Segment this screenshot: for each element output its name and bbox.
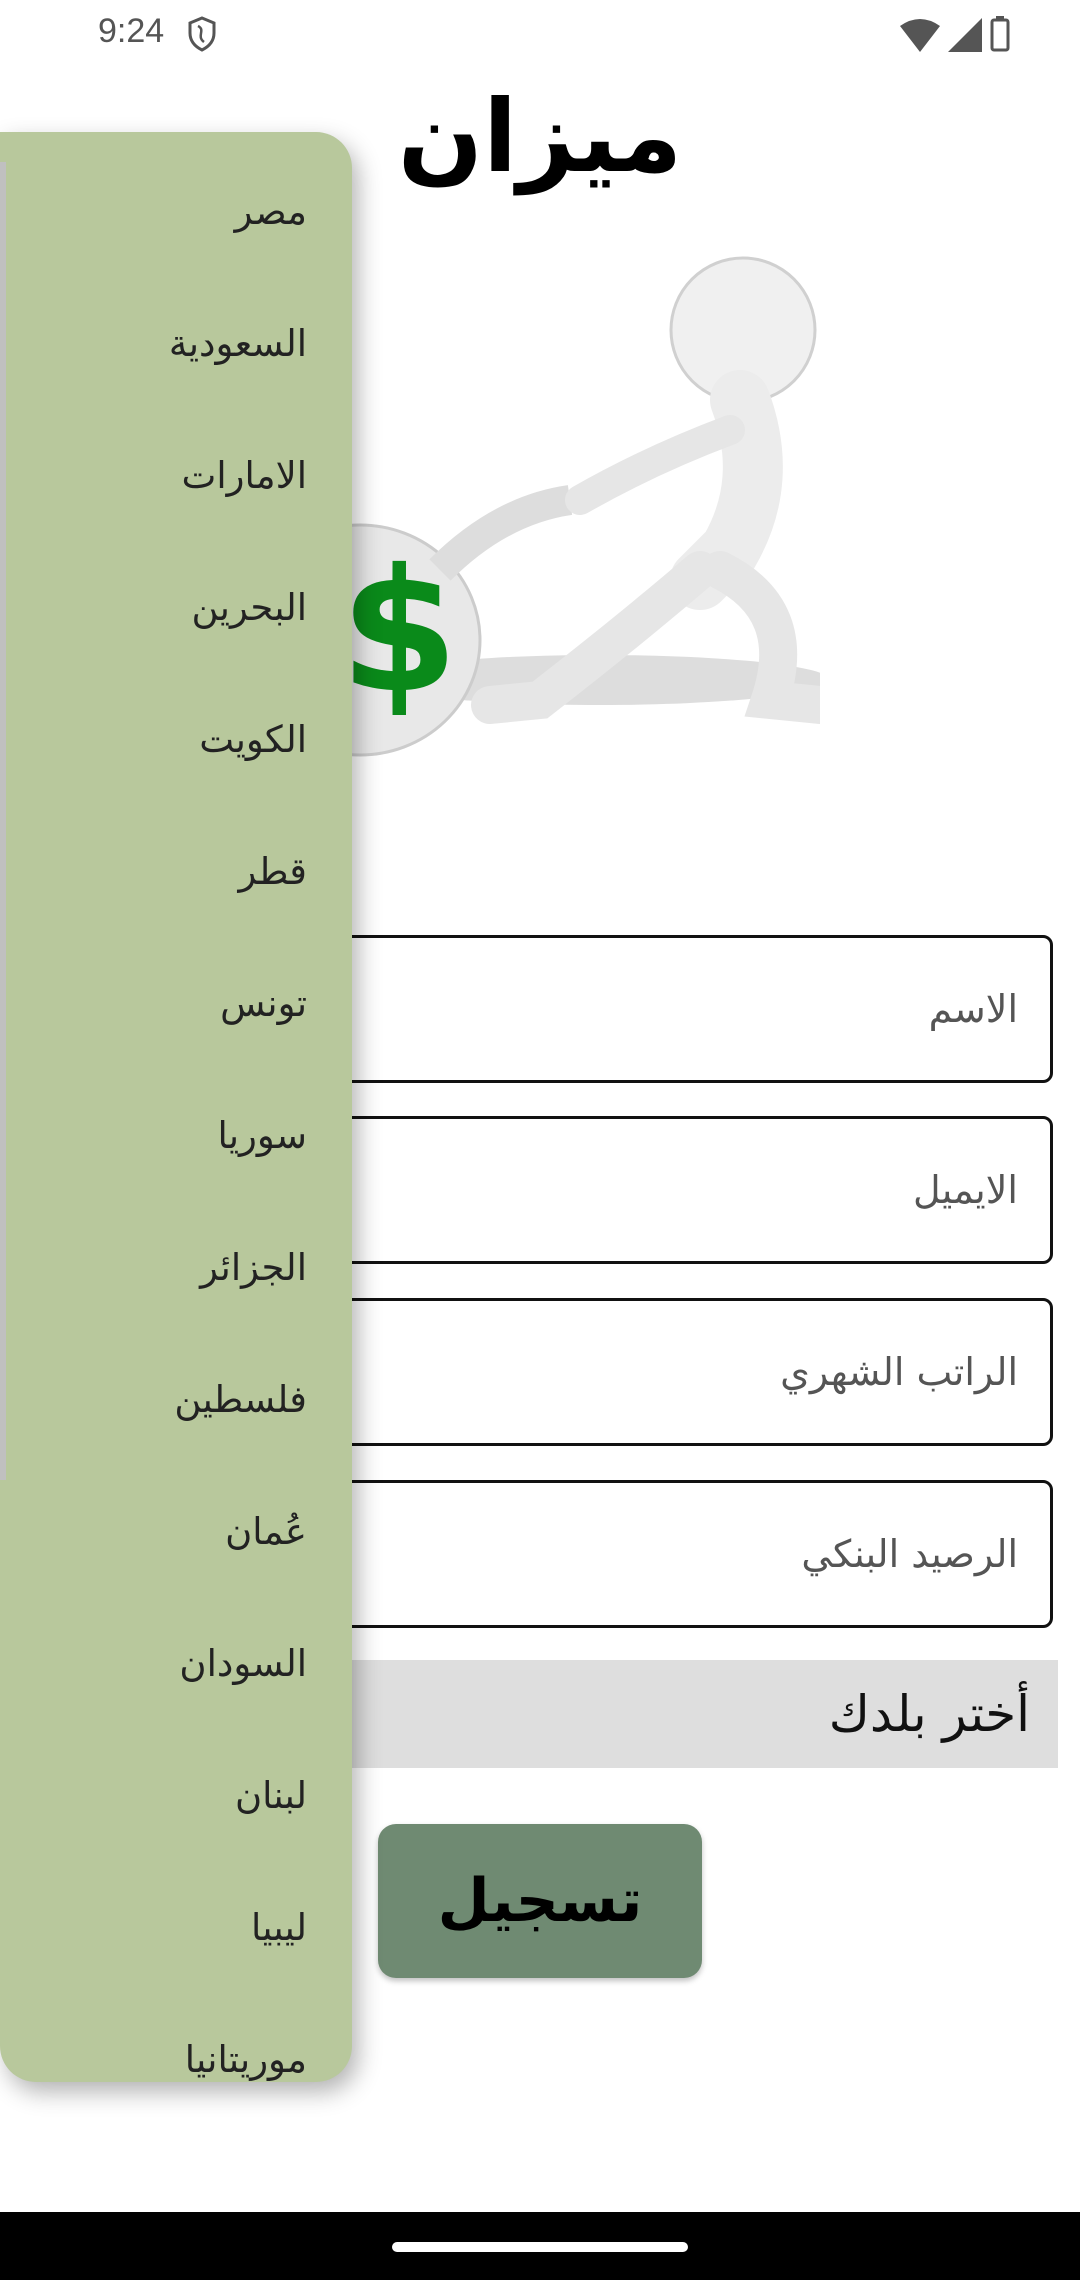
country-option[interactable]: ليبيا [251, 1906, 307, 1949]
country-option[interactable]: قطر [239, 850, 307, 893]
email-placeholder: الايميل [912, 1168, 1018, 1212]
country-option[interactable]: الامارات [182, 454, 307, 497]
money-puller-illustration: $ [300, 256, 820, 757]
shield-icon [188, 16, 216, 52]
status-bar: 9:24 [0, 0, 1080, 70]
battery-icon [990, 16, 1010, 52]
register-button-label: تسجيل [437, 1866, 643, 1936]
country-option[interactable]: السودان [179, 1642, 307, 1685]
country-option[interactable]: الكويت [199, 718, 307, 761]
country-option[interactable]: السعودية [169, 322, 307, 365]
balance-placeholder: الرصيد البنكي [801, 1532, 1018, 1576]
country-spinner-label: أختر بلدك [828, 1685, 1030, 1743]
country-option[interactable]: موريتانيا [185, 2038, 307, 2081]
country-option[interactable]: البحرين [192, 586, 307, 629]
home-gesture-handle[interactable] [392, 2242, 688, 2252]
status-time: 9:24 [98, 12, 165, 50]
country-option[interactable]: مصر [235, 190, 307, 233]
country-option[interactable]: فلسطين [174, 1378, 307, 1421]
country-option[interactable]: لبنان [235, 1774, 307, 1817]
salary-placeholder: الراتب الشهري [780, 1350, 1018, 1394]
country-option[interactable]: الجزائر [200, 1246, 307, 1289]
country-option[interactable]: سوريا [217, 1114, 307, 1157]
country-dropdown-list[interactable]: مصر السعودية الامارات البحرين الكويت قطر… [0, 132, 352, 2082]
wifi-icon [900, 19, 940, 52]
country-option[interactable]: تونس [220, 982, 307, 1025]
signal-icon [948, 18, 982, 52]
country-option[interactable]: عُمان [225, 1510, 307, 1553]
navigation-bar [0, 2212, 1080, 2280]
name-placeholder: الاسم [928, 987, 1018, 1031]
register-button[interactable]: تسجيل [378, 1824, 702, 1978]
dropdown-edge [0, 162, 6, 1480]
